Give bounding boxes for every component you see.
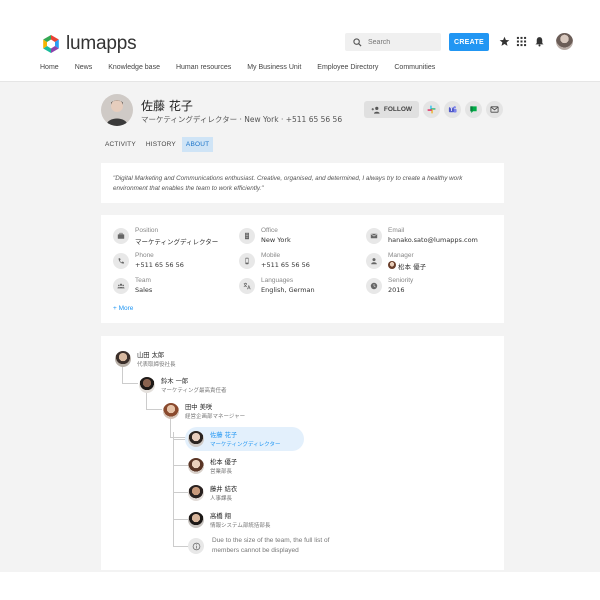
clock-icon	[366, 278, 382, 294]
team-icon	[113, 278, 129, 294]
nav-item-my-business-unit[interactable]: My Business Unit	[247, 64, 301, 71]
org-node[interactable]: 松本 優子 営業部長	[188, 457, 237, 475]
follow-button[interactable]: FOLLOW	[364, 101, 419, 118]
profile-page: lumapps CREATE Home News	[0, 0, 600, 600]
org-connector	[146, 392, 162, 410]
profile-subtitle: マーケティングディレクター · New York · +511 65 56 56	[141, 115, 343, 124]
team-size-note: Due to the size of the team, the full li…	[212, 537, 330, 554]
svg-text:T: T	[450, 107, 453, 112]
profile-avatar	[101, 94, 133, 126]
mobile-icon	[239, 253, 255, 269]
more-label: More	[118, 305, 134, 312]
org-chart-card: 山田 太郎 代表取締役社長 鈴木 一郎 マーケティング最高責任者 田中 美咲 経…	[101, 336, 504, 570]
building-icon	[239, 228, 255, 244]
org-node[interactable]: 高橋 翔 情報システム部統括部長	[188, 511, 270, 529]
teams-icon: T	[448, 106, 457, 113]
more-link[interactable]: + More	[113, 305, 133, 312]
org-connector	[122, 366, 138, 384]
main-nav: Home News Knowledge base Human resources…	[40, 64, 451, 71]
avatar	[139, 377, 155, 393]
top-header: lumapps CREATE Home News	[0, 0, 600, 82]
briefcase-icon	[113, 228, 129, 244]
manager-name: 松本 優子	[398, 263, 427, 271]
org-node[interactable]: 藤井 結衣 人事課長	[188, 484, 237, 502]
org-connector	[173, 519, 188, 520]
nav-item-employee-directory[interactable]: Employee Directory	[317, 64, 378, 71]
lumapps-logo[interactable]: lumapps	[41, 33, 137, 55]
org-info-node	[188, 538, 204, 554]
plus-icon: +	[113, 305, 117, 312]
lumapps-logo-icon	[43, 35, 59, 53]
org-node-current[interactable]: 佐藤 花子 マーケティングディレクター	[185, 427, 305, 451]
profile-tabs: ACTIVITY HISTORY ABOUT	[101, 137, 215, 152]
nav-item-home[interactable]: Home	[40, 64, 59, 71]
profile-name: 佐藤 花子	[141, 99, 193, 113]
current-user-avatar[interactable]	[556, 33, 573, 50]
create-button[interactable]: CREATE	[449, 33, 489, 51]
org-connector	[173, 432, 188, 547]
chat-button[interactable]	[465, 101, 482, 118]
email-button[interactable]	[486, 101, 503, 118]
tab-history[interactable]: HISTORY	[142, 137, 180, 152]
phone-icon	[113, 253, 129, 269]
teams-button[interactable]: T	[444, 101, 461, 118]
nav-item-human-resources[interactable]: Human resources	[176, 64, 231, 71]
mail-icon	[490, 106, 499, 113]
slack-icon	[427, 105, 436, 114]
nav-item-knowledge-base[interactable]: Knowledge base	[108, 64, 160, 71]
apps-grid-icon[interactable]	[516, 36, 527, 47]
manager-avatar	[388, 261, 396, 269]
manager-icon	[366, 253, 382, 269]
nav-item-communities[interactable]: Communities	[394, 64, 435, 71]
star-icon[interactable]	[499, 36, 510, 47]
avatar	[188, 485, 204, 501]
bio-quote: "Digital Marketing and Communications en…	[113, 175, 463, 192]
tab-activity[interactable]: ACTIVITY	[101, 137, 140, 152]
search-bar[interactable]	[345, 33, 441, 51]
avatar	[188, 458, 204, 474]
translate-icon	[239, 278, 255, 294]
google-chat-icon	[470, 106, 477, 114]
mail-icon	[366, 228, 382, 244]
slack-button[interactable]	[423, 101, 440, 118]
bio-card: "Digital Marketing and Communications en…	[101, 163, 504, 203]
bell-icon[interactable]	[534, 36, 545, 47]
avatar	[115, 351, 131, 367]
org-node[interactable]: 山田 太郎 代表取締役社長	[115, 350, 176, 368]
avatar	[188, 512, 204, 528]
nav-item-news[interactable]: News	[75, 64, 93, 71]
org-connector	[173, 492, 188, 493]
org-connector	[173, 465, 188, 466]
add-person-icon	[371, 106, 380, 114]
info-card: Position マーケティングディレクター Office New York E…	[101, 215, 504, 323]
org-node[interactable]: 田中 美咲 経営企画部マネージャー	[163, 402, 245, 420]
org-node[interactable]: 鈴木 一郎 マーケティング最高責任者	[139, 376, 227, 394]
avatar	[163, 403, 179, 419]
search-input[interactable]	[368, 38, 438, 46]
follow-label: FOLLOW	[383, 106, 413, 113]
avatar	[188, 431, 204, 447]
org-connector	[173, 546, 188, 547]
search-icon	[353, 37, 362, 47]
logo-text: lumapps	[66, 33, 137, 54]
info-icon	[188, 538, 204, 554]
tab-about[interactable]: ABOUT	[181, 137, 214, 152]
